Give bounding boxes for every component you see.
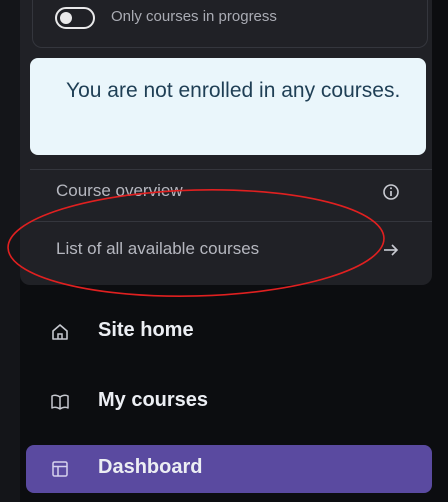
dashboard-icon	[52, 461, 68, 477]
arrow-right-icon	[384, 244, 399, 256]
not-enrolled-notice: You are not enrolled in any courses.	[30, 58, 426, 155]
sidebar-screenshot: Only courses in progress You are not enr…	[0, 0, 448, 502]
in-progress-toggle-label: Only courses in progress	[111, 8, 277, 25]
sidebar-edge	[0, 0, 20, 502]
course-overview-label: Course overview	[56, 181, 183, 200]
info-icon	[383, 184, 399, 200]
nav-site-home[interactable]: Site home	[26, 308, 432, 356]
nav-my-courses[interactable]: My courses	[26, 378, 432, 426]
nav-my-courses-label: My courses	[98, 389, 209, 411]
all-courses-label: List of all available courses	[56, 239, 260, 258]
in-progress-toggle[interactable]	[55, 7, 95, 29]
book-icon	[51, 394, 69, 410]
course-overview-link[interactable]: Course overview	[30, 164, 432, 222]
nav-dashboard[interactable]: Dashboard	[26, 445, 432, 493]
home-icon	[52, 324, 68, 340]
nav-site-home-label: Site home	[98, 319, 194, 341]
nav-dashboard-label: Dashboard	[98, 456, 203, 478]
filter-toggle-row[interactable]: Only courses in progress	[32, 0, 428, 48]
all-courses-link[interactable]: List of all available courses	[30, 222, 432, 280]
toggle-knob	[60, 12, 72, 24]
